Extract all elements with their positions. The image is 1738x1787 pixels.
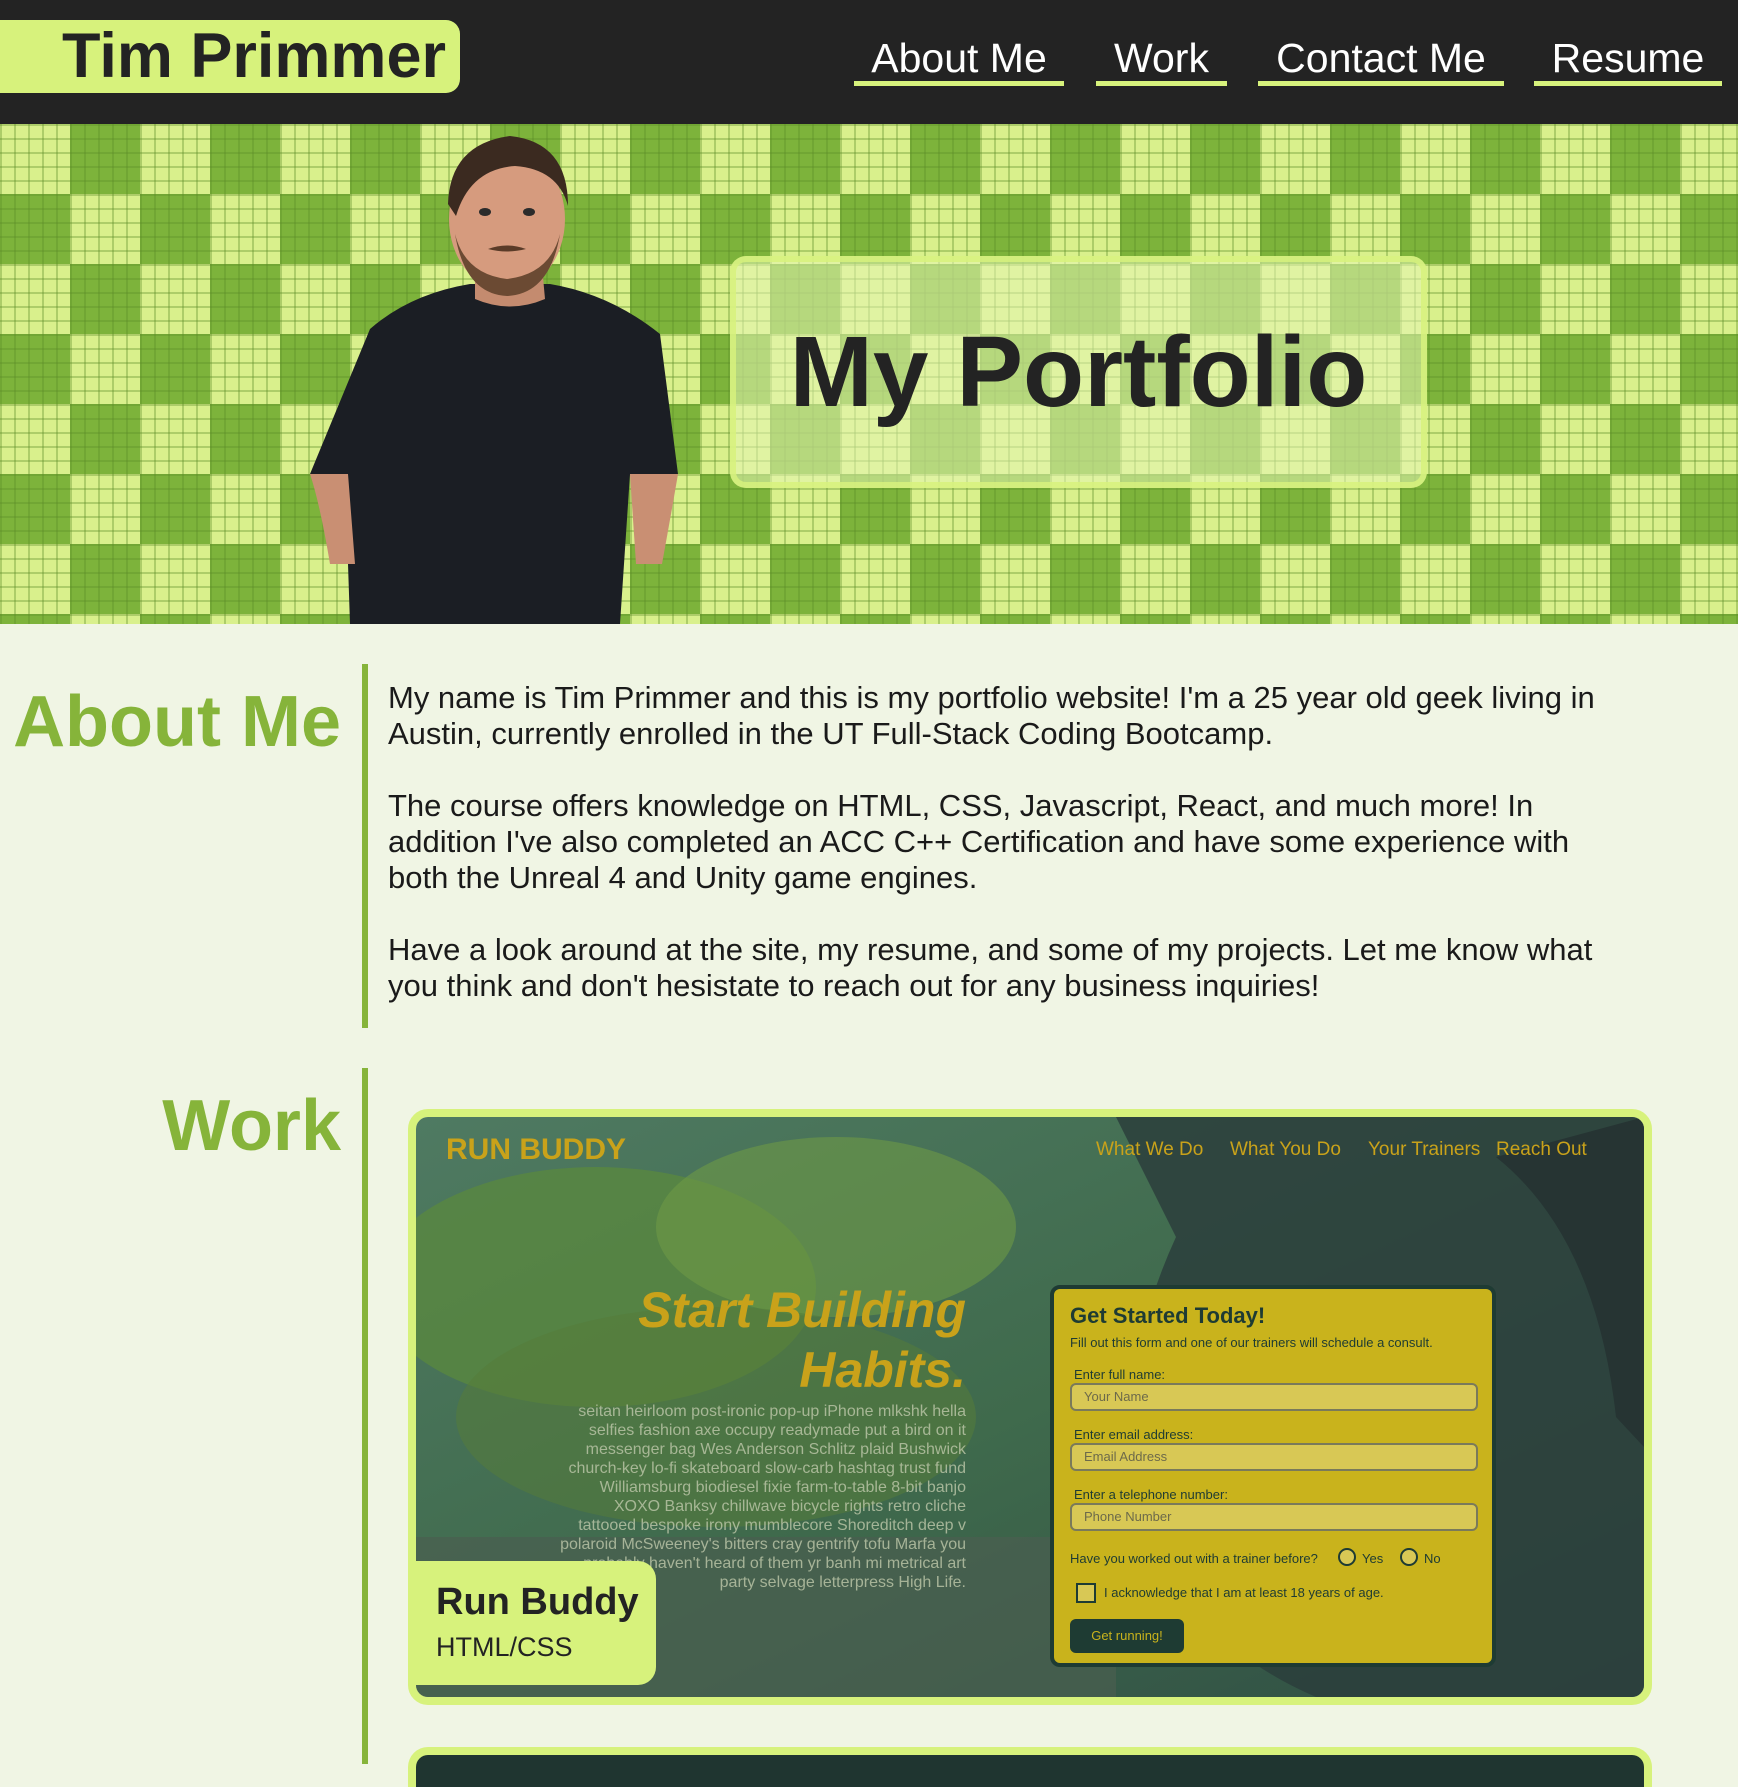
nav-resume[interactable]: Resume (1534, 30, 1722, 86)
form-label-name: Enter full name: (1074, 1367, 1166, 1382)
checkbox-label: I acknowledge that I am at least 18 year… (1104, 1585, 1384, 1600)
site-brand[interactable]: Tim Primmer (0, 20, 460, 93)
hero-title-box: My Portfolio (730, 256, 1427, 488)
about-divider (362, 664, 368, 1028)
nav-work[interactable]: Work (1096, 30, 1227, 86)
form-input-phone: Phone Number (1070, 1503, 1478, 1531)
project-card-run-buddy[interactable]: RUN BUDDY What We Do What You Do Your Tr… (408, 1109, 1652, 1705)
screenshot-nav-item: What We Do (1096, 1139, 1204, 1160)
work-heading: Work (162, 1086, 341, 1166)
screenshot-nav-item: What You Do (1230, 1139, 1341, 1160)
project-name: Run Buddy (436, 1581, 639, 1623)
form-question: Have you worked out with a trainer befor… (1070, 1551, 1318, 1566)
form-input-email: Email Address (1070, 1443, 1478, 1471)
about-heading: About Me (13, 682, 341, 762)
radio-no-label: No (1424, 1551, 1441, 1566)
radio-no-icon (1400, 1548, 1418, 1566)
form-title: Get Started Today! (1070, 1303, 1266, 1328)
radio-yes-label: Yes (1362, 1551, 1384, 1566)
screenshot-nav-item: Your Trainers (1368, 1139, 1481, 1160)
about-text: My name is Tim Primmer and this is my po… (388, 680, 1638, 1040)
screenshot-hero-line: Habits. (799, 1342, 966, 1398)
about-paragraph: My name is Tim Primmer and this is my po… (388, 680, 1595, 751)
form-subtitle: Fill out this form and one of our traine… (1070, 1335, 1433, 1350)
about-paragraph: Have a look around at the site, my resum… (388, 932, 1593, 1003)
nav-about-me[interactable]: About Me (854, 30, 1064, 86)
project-tech: HTML/CSS (436, 1632, 573, 1662)
project-card-next[interactable] (408, 1747, 1652, 1787)
form-input-name: Your Name (1070, 1383, 1478, 1411)
form-label-email: Enter email address: (1074, 1427, 1194, 1442)
screenshot-logo: RUN BUDDY (446, 1133, 626, 1166)
form-submit-button: Get running! (1070, 1619, 1184, 1653)
checkbox-icon (1076, 1583, 1096, 1603)
nav-contact-me[interactable]: Contact Me (1258, 30, 1504, 86)
top-navbar: Tim Primmer About Me Work Contact Me Res… (0, 0, 1738, 124)
portrait-photo (310, 136, 678, 624)
hero-banner: My Portfolio (0, 124, 1738, 624)
form-label-phone: Enter a telephone number: (1074, 1487, 1228, 1502)
work-divider (362, 1068, 368, 1764)
screenshot-signup-form: Get Started Today! Fill out this form an… (1050, 1285, 1496, 1667)
screenshot-nav-item: Reach Out (1496, 1139, 1587, 1160)
hero-title: My Portfolio (789, 315, 1368, 428)
radio-yes-icon (1338, 1548, 1356, 1566)
project-label: Run Buddy HTML/CSS (416, 1561, 656, 1685)
about-paragraph: The course offers knowledge on HTML, CSS… (388, 788, 1570, 895)
screenshot-hero-line: Start Building (638, 1282, 966, 1338)
